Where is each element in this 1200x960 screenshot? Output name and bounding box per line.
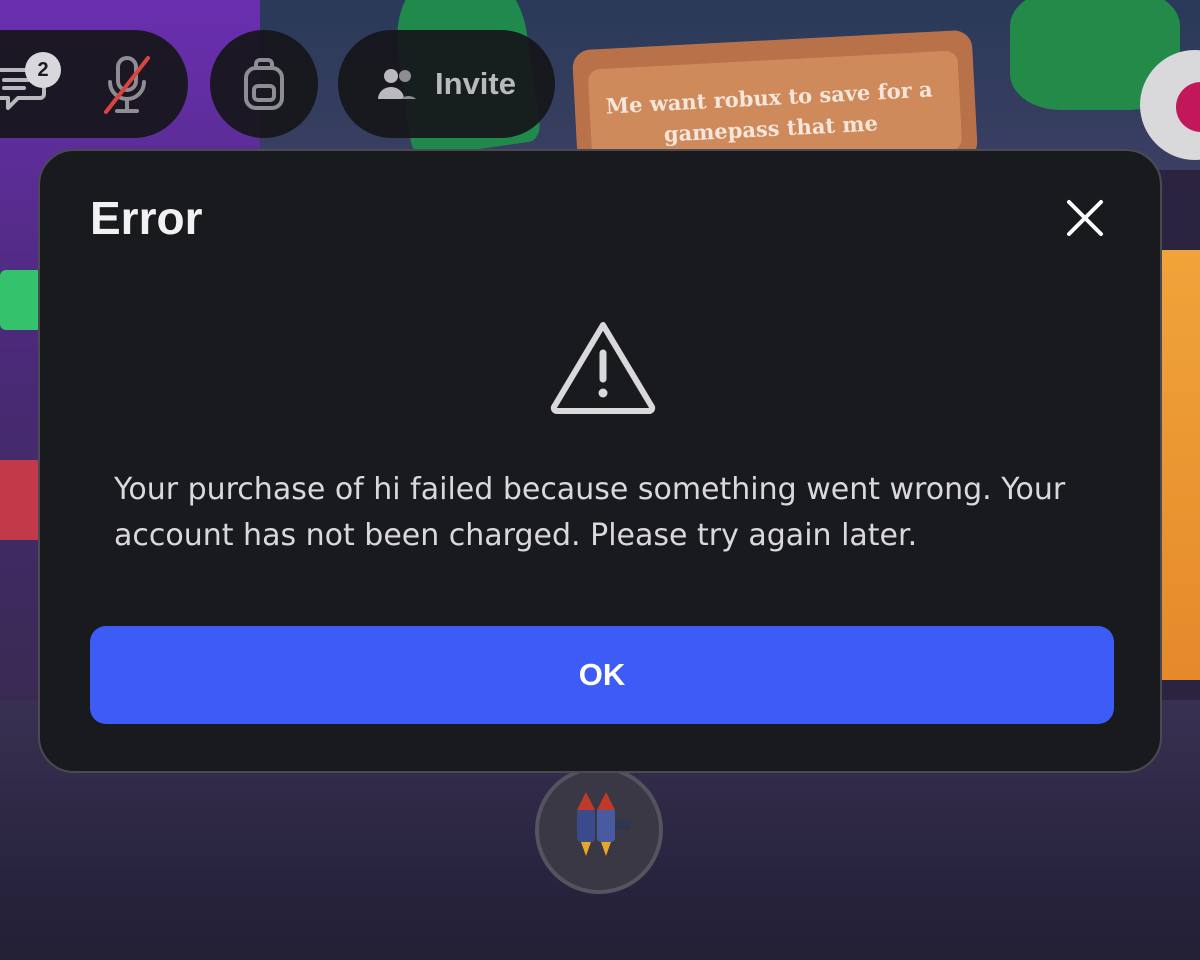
close-icon xyxy=(1067,200,1103,236)
chat-mic-group: 2 xyxy=(0,30,188,138)
close-button[interactable] xyxy=(1060,193,1110,243)
jetpack-icon xyxy=(577,792,631,856)
invite-button[interactable]: Invite xyxy=(338,30,555,138)
backpack-icon xyxy=(244,58,284,110)
invite-label: Invite xyxy=(435,66,516,101)
ok-button[interactable]: OK xyxy=(90,626,1114,724)
people-icon xyxy=(378,69,417,99)
chat-badge: 2 xyxy=(25,52,61,88)
equipped-item-slot[interactable] xyxy=(535,766,663,894)
game-scene: Me want robux to save for a gamepass tha… xyxy=(0,0,1200,960)
dialog-title: Error xyxy=(90,192,203,244)
backpack-button[interactable] xyxy=(210,30,318,138)
dialog-message: Your purchase of hi failed because somet… xyxy=(114,472,1066,553)
mic-muted-icon[interactable] xyxy=(100,54,154,116)
error-dialog: Error Your purchase of hi failed because… xyxy=(38,149,1162,773)
warning-icon xyxy=(550,322,656,414)
